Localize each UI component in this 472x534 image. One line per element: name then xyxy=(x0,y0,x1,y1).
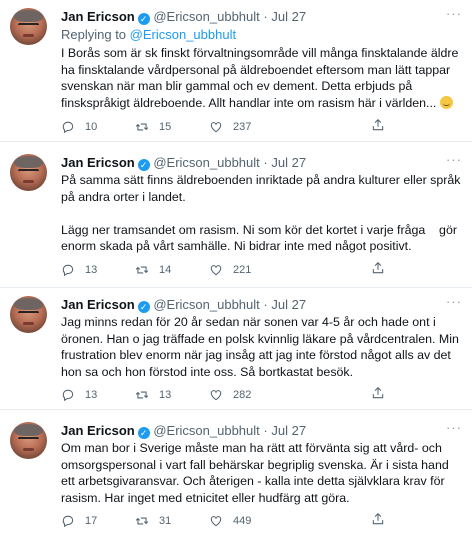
more-options-icon[interactable]: ··· xyxy=(446,421,462,434)
like-count: 282 xyxy=(233,389,252,401)
verified-badge-icon: ✓ xyxy=(137,427,150,439)
verified-badge-icon: ✓ xyxy=(137,301,150,313)
tweet-date[interactable]: Jul 27 xyxy=(271,423,306,438)
more-options-icon[interactable]: ··· xyxy=(446,295,462,308)
share-button[interactable] xyxy=(371,261,395,275)
author-name[interactable]: Jan Ericson xyxy=(61,297,135,312)
heart-icon xyxy=(210,265,222,276)
like-button[interactable]: 449 xyxy=(209,512,251,530)
separator: · xyxy=(263,297,268,312)
reply-count: 13 xyxy=(85,264,98,276)
verified-badge-icon: ✓ xyxy=(137,159,150,171)
tweet-actions: 13 13 282 xyxy=(61,386,421,404)
like-count: 449 xyxy=(233,515,252,527)
tweet[interactable]: Jan Ericson ✓ @Ericson_ubbhult · Jul 27 ·… xyxy=(0,142,472,288)
tweet-actions: 17 31 449 xyxy=(61,512,421,530)
retweet-icon xyxy=(135,517,149,525)
like-button[interactable]: 221 xyxy=(209,261,251,279)
retweet-count: 14 xyxy=(159,264,172,276)
separator: · xyxy=(263,423,268,438)
share-icon xyxy=(372,119,384,131)
share-button[interactable] xyxy=(371,118,395,132)
tweet[interactable]: Jan Ericson ✓ @Ericson_ubbhult · Jul 27 ·… xyxy=(0,288,472,410)
verified-badge-icon: ✓ xyxy=(137,13,150,25)
retweet-icon xyxy=(135,391,149,399)
author-name[interactable]: Jan Ericson xyxy=(61,155,135,170)
author-name[interactable]: Jan Ericson xyxy=(61,9,135,24)
author-handle[interactable]: @Ericson_ubbhult xyxy=(153,297,259,312)
tweet-actions: 13 14 221 xyxy=(61,261,421,279)
retweet-button[interactable]: 31 xyxy=(135,512,171,530)
avatar[interactable] xyxy=(10,296,47,333)
reply-button[interactable]: 13 xyxy=(61,386,97,404)
retweet-count: 31 xyxy=(159,515,172,527)
retweet-icon xyxy=(135,123,149,131)
reply-count: 10 xyxy=(85,121,98,133)
like-button[interactable]: 282 xyxy=(209,386,251,404)
share-button[interactable] xyxy=(371,386,395,400)
tweet-date[interactable]: Jul 27 xyxy=(271,9,306,24)
reply-icon xyxy=(62,389,74,402)
heart-icon xyxy=(210,390,222,401)
reply-count: 17 xyxy=(85,515,98,527)
replying-to-link[interactable]: @Ericson_ubbhult xyxy=(130,27,236,42)
reply-button[interactable]: 10 xyxy=(61,118,97,136)
retweet-button[interactable]: 13 xyxy=(135,386,171,404)
author-name[interactable]: Jan Ericson xyxy=(61,423,135,438)
avatar[interactable] xyxy=(10,154,47,191)
reply-icon xyxy=(62,264,74,277)
reply-icon xyxy=(62,515,74,528)
author-handle[interactable]: @Ericson_ubbhult xyxy=(153,423,259,438)
tweet-text: På samma sätt finns äldreboenden inrikta… xyxy=(61,173,461,254)
separator: · xyxy=(263,9,268,24)
reply-button[interactable]: 17 xyxy=(61,512,97,530)
like-count: 237 xyxy=(233,121,252,133)
replying-prefix: Replying to xyxy=(61,27,130,42)
retweet-icon xyxy=(135,266,149,274)
tweet-header: Jan Ericson ✓ @Ericson_ubbhult · Jul 27 xyxy=(61,422,306,440)
tweet-actions: 10 15 237 xyxy=(61,118,421,136)
retweet-count: 15 xyxy=(159,121,172,133)
heart-icon xyxy=(210,516,222,527)
avatar[interactable] xyxy=(10,8,47,45)
share-icon xyxy=(372,513,384,525)
tweet-header: Jan Ericson ✓ @Ericson_ubbhult · Jul 27 xyxy=(61,8,306,26)
like-button[interactable]: 237 xyxy=(209,118,251,136)
retweet-button[interactable]: 15 xyxy=(135,118,171,136)
tweet-date[interactable]: Jul 27 xyxy=(271,297,306,312)
avatar[interactable] xyxy=(10,422,47,459)
retweet-button[interactable]: 14 xyxy=(135,261,171,279)
tweet-text-body: I Borås som är sk finskt förvaltningsomr… xyxy=(61,46,462,110)
author-handle[interactable]: @Ericson_ubbhult xyxy=(153,9,259,24)
more-options-icon[interactable]: ··· xyxy=(446,153,462,166)
reply-count: 13 xyxy=(85,389,98,401)
tweet-text: Jag minns redan för 20 år sedan när sone… xyxy=(61,315,463,379)
share-icon xyxy=(372,262,384,274)
replying-to: Replying to @Ericson_ubbhult xyxy=(61,27,236,43)
reply-button[interactable]: 13 xyxy=(61,261,97,279)
heart-icon xyxy=(210,122,222,133)
tweet-date[interactable]: Jul 27 xyxy=(271,155,306,170)
tweet-text: Om man bor i Sverige måste man ha rätt a… xyxy=(61,441,453,505)
retweet-count: 13 xyxy=(159,389,172,401)
separator: · xyxy=(263,155,268,170)
author-handle[interactable]: @Ericson_ubbhult xyxy=(153,155,259,170)
reply-icon xyxy=(62,121,74,134)
share-icon xyxy=(372,387,384,399)
tweet-header: Jan Ericson ✓ @Ericson_ubbhult · Jul 27 xyxy=(61,154,306,172)
tweet[interactable]: Jan Ericson ✓ @Ericson_ubbhult · Jul 27 ·… xyxy=(0,410,472,534)
tweet-text: I Borås som är sk finskt förvaltningsomr… xyxy=(61,45,461,111)
share-button[interactable] xyxy=(371,512,395,526)
more-options-icon[interactable]: ··· xyxy=(446,7,462,20)
tweet-header: Jan Ericson ✓ @Ericson_ubbhult · Jul 27 xyxy=(61,296,306,314)
tweet[interactable]: Jan Ericson ✓ @Ericson_ubbhult · Jul 27 ·… xyxy=(0,0,472,142)
smirk-face-icon xyxy=(439,95,453,109)
like-count: 221 xyxy=(233,264,252,276)
